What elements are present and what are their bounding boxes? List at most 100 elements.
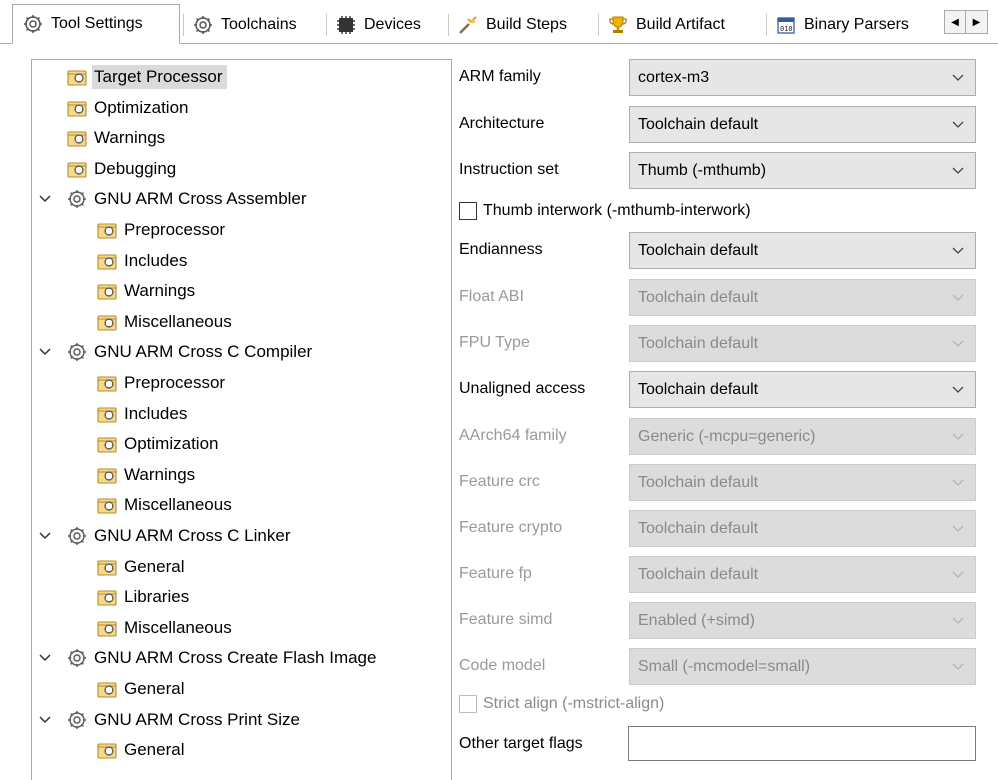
tab-label: Toolchains [221,16,297,33]
tree-item-label: GNU ARM Cross Print Size [94,709,300,729]
other-target-flags-input[interactable] [628,726,976,761]
tree-item[interactable]: Preprocessor [96,215,229,245]
unaligned-access-row: Unaligned access [459,371,585,407]
code-model-row: Code model [459,648,545,684]
settings-page-icon [96,311,118,333]
tab-scroll-buttons: ◀ ▶ [944,10,988,34]
thumb-interwork-checkbox[interactable]: Thumb interwork (-mthumb-interwork) [459,202,751,220]
aarch64-family-label: AArch64 family [459,427,567,444]
tab-label: Build Steps [486,16,567,33]
tree-item-label: GNU ARM Cross C Linker [94,526,291,545]
chevron-down-icon [952,479,964,486]
chevron-down-icon[interactable] [38,651,52,665]
chevron-down-icon [952,433,964,440]
feature-crc-value: Toolchain default [638,473,759,491]
tree-item-label: Miscellaneous [124,311,232,331]
aarch64-family-row: AArch64 family [459,418,567,454]
settings-page-icon [96,219,118,241]
chevron-down-icon[interactable] [38,713,52,727]
tree-group[interactable]: GNU ARM Cross Print Size [39,705,304,735]
tree-group[interactable]: GNU ARM Cross Assembler [39,184,311,214]
arm-family-label: ARM family [459,68,541,85]
feature-crc-label: Feature crc [459,473,540,490]
instruction-set-select[interactable]: Thumb (-mthumb) [629,152,976,189]
aarch64-family-select: Generic (-mcpu=generic) [629,418,976,455]
tree-item[interactable]: Includes [96,246,191,276]
architecture-select[interactable]: Toolchain default [629,106,976,143]
tab-build-steps[interactable]: Build Steps [448,6,596,44]
tree-item[interactable]: Warnings [96,460,199,490]
tree-item[interactable]: Includes [96,399,191,429]
other-target-flags-label: Other target flags [459,735,583,752]
unaligned-access-select[interactable]: Toolchain default [629,371,976,408]
other-target-flags-row: Other target flags [459,726,583,762]
settings-page-icon [96,464,118,486]
tab-label: Binary Parsers [804,16,909,33]
arm-family-row: ARM family [459,59,541,95]
float-abi-row: Float ABI [459,279,524,315]
chevron-down-icon[interactable] [38,529,52,543]
instruction-set-row: Instruction set [459,152,559,188]
tree-group[interactable]: GNU ARM Cross C Linker [39,521,294,551]
settings-page-icon [66,158,88,180]
endianness-value: Toolchain default [638,241,759,259]
tool-gear-icon [66,647,88,669]
tree-item-label: Warnings [124,464,196,484]
architecture-row: Architecture [459,106,544,142]
tab-label: Build Artifact [636,16,725,33]
tree-group[interactable]: GNU ARM Cross Create Flash Image [39,643,380,673]
tab-binary-parsers[interactable]: 010 Binary Parsers [766,6,942,44]
tree-item[interactable]: General [96,735,188,765]
tree-item[interactable]: Target Processor [66,62,227,92]
tree-item-label: Debugging [94,158,177,178]
settings-tree[interactable]: Target Processor Optimization Warnings Debu… [31,59,452,780]
tree-item[interactable]: Miscellaneous [96,490,236,520]
tree-item-label: Warnings [124,281,196,301]
strict-align-checkbox: Strict align (-mstrict-align) [459,695,664,713]
tab-label: Tool Settings [51,15,143,32]
tab-tool-settings[interactable]: Tool Settings [12,4,180,44]
tree-item[interactable]: Warnings [96,276,199,306]
tree-item[interactable]: Optimization [96,429,222,459]
tab-build-artifact[interactable]: Build Artifact [598,6,764,44]
tree-item-label: Libraries [124,587,190,607]
settings-page-icon [96,403,118,425]
tree-item[interactable]: Debugging [66,154,180,184]
tree-item-label: Includes [124,250,188,270]
tab-devices[interactable]: Devices [326,6,448,44]
feature-crypto-label: Feature crypto [459,519,563,536]
tree-item[interactable]: Preprocessor [96,368,229,398]
tree-item-label: General [124,679,185,698]
tree-item[interactable]: Warnings [66,123,169,153]
scroll-right-button[interactable]: ▶ [966,10,988,34]
arm-family-select[interactable]: cortex-m3 [629,59,976,96]
tree-item-label: Preprocessor [124,373,226,392]
tree-item[interactable]: General [96,552,188,582]
settings-page-icon [66,127,88,149]
tree-item-label: GNU ARM Cross C Compiler [94,342,313,362]
feature-crypto-row: Feature crypto [459,510,562,546]
tree-item[interactable]: Miscellaneous [96,613,236,643]
tree-item-label: Preprocessor [124,220,226,239]
endianness-select[interactable]: Toolchain default [629,232,976,269]
feature-fp-value: Toolchain default [638,565,759,583]
tree-item[interactable]: Libraries [96,582,193,612]
chevron-down-icon [952,386,964,393]
tree-item[interactable]: Miscellaneous [96,307,236,337]
tool-gear-icon [66,341,88,363]
chevron-left-icon: ◀ [951,16,959,28]
tree-item[interactable]: Optimization [66,93,192,123]
binary-icon: 010 [776,15,796,35]
chevron-down-icon [952,571,964,578]
checkbox-box[interactable] [459,202,477,220]
float-abi-select: Toolchain default [629,279,976,316]
tab-toolchains[interactable]: Toolchains [183,6,323,44]
tree-group[interactable]: GNU ARM Cross C Compiler [39,337,316,367]
feature-simd-label: Feature simd [459,611,553,628]
chevron-down-icon[interactable] [38,192,52,206]
tree-item[interactable]: General [96,674,188,704]
scroll-left-button[interactable]: ◀ [944,10,966,34]
settings-page-icon [66,97,88,119]
chevron-down-icon[interactable] [38,345,52,359]
aarch64-family-value: Generic (-mcpu=generic) [638,427,816,445]
